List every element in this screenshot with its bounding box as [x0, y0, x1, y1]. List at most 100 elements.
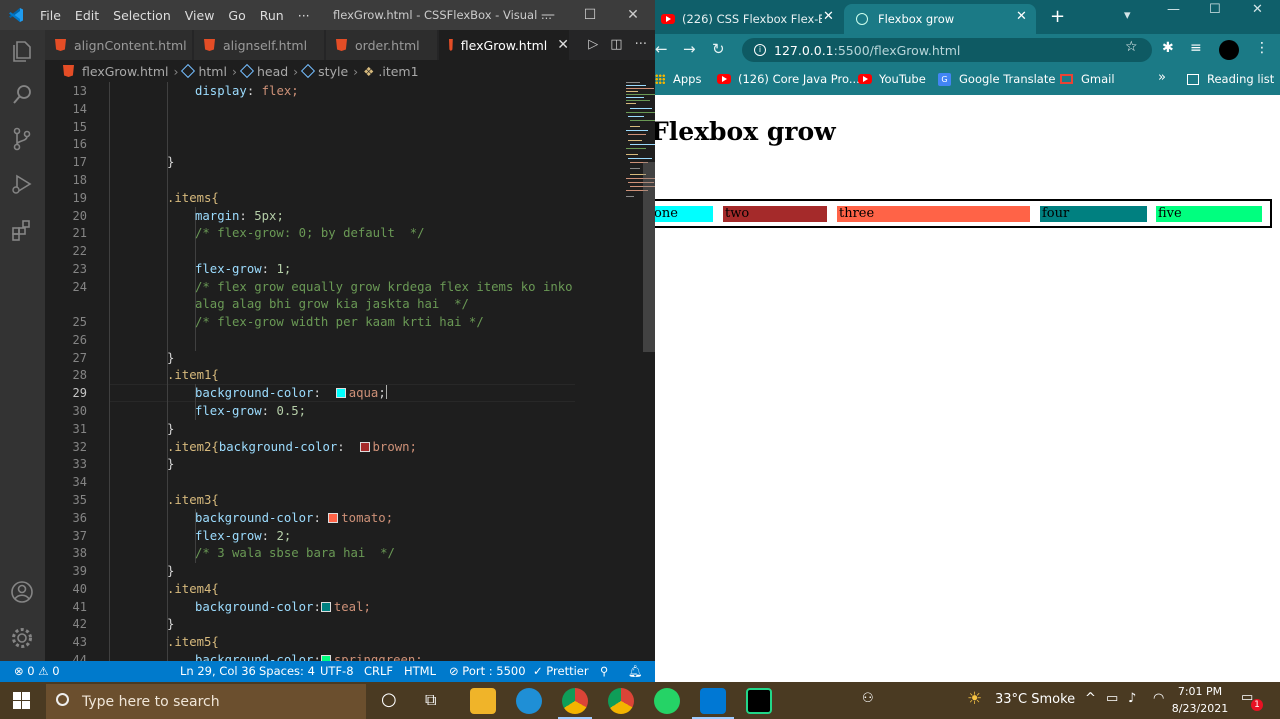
color-swatch-brown[interactable] — [359, 442, 370, 452]
profile-avatar[interactable] — [1219, 40, 1239, 60]
breadcrumb-html[interactable]: html — [198, 64, 226, 79]
reading-list[interactable]: Reading list — [1187, 72, 1274, 86]
forward-arrow-icon[interactable]: → — [683, 40, 696, 58]
menu-run[interactable]: Run — [260, 8, 284, 23]
explorer-icon[interactable] — [8, 37, 36, 65]
volume-icon[interactable]: ♪ — [1128, 691, 1136, 706]
reload-icon[interactable]: ↻ — [712, 40, 725, 58]
prettier-status[interactable]: ✓ Prettier — [533, 664, 589, 678]
taskbar-search-box[interactable]: Type here to search — [46, 684, 366, 719]
indentation[interactable]: Spaces: 4 — [259, 664, 315, 678]
menu-selection[interactable]: Selection — [113, 8, 171, 23]
bookmark-gmail[interactable]: Gmail — [1060, 72, 1115, 86]
encoding[interactable]: UTF-8 — [320, 664, 354, 678]
url-host: 127.0.0.1 — [774, 42, 834, 58]
minimap-line — [626, 85, 646, 86]
chrome-profile-icon[interactable] — [608, 688, 634, 714]
color-swatch-tomato[interactable] — [328, 513, 339, 523]
bookmark-apps[interactable]: Apps — [655, 72, 701, 86]
site-info-icon[interactable]: i — [754, 44, 766, 56]
clock-time[interactable]: 7:01 PM — [1175, 685, 1225, 698]
clock-date[interactable]: 8/23/2021 — [1171, 702, 1229, 715]
tray-chevron-icon[interactable]: ^ — [1085, 691, 1096, 706]
source-control-icon[interactable] — [8, 125, 36, 153]
cortana-icon[interactable]: ○ — [381, 689, 397, 710]
code-editor[interactable]: 13 14 15 16 17 18 19 20 21 22 23 24 25 26 27 28 29 30 31 32… — [45, 82, 655, 661]
code-line-13: display: flex; — [195, 84, 299, 98]
problems-indicator[interactable]: ⊗ 0 ⚠ 0 — [14, 664, 60, 678]
bookmark-core-java[interactable]: (126) Core Java Pro... — [717, 72, 860, 86]
task-view-icon[interactable]: ⧉ — [425, 690, 436, 710]
menu-more[interactable]: ··· — [298, 8, 310, 23]
tab-aligncontent[interactable]: alignContent.html — [45, 30, 193, 60]
breadcrumb-head[interactable]: head — [257, 64, 288, 79]
weather-icon[interactable]: ☀ — [967, 689, 982, 709]
apps-grid-icon — [655, 74, 665, 84]
vertical-scrollbar[interactable] — [643, 162, 655, 352]
code-line-29: background-color: aqua; — [195, 385, 387, 400]
breadcrumb-style[interactable]: style — [318, 64, 348, 79]
vscode-taskbar-icon[interactable] — [700, 688, 726, 714]
edge-icon[interactable] — [516, 688, 542, 714]
split-editor-icon[interactable]: ◫ — [610, 37, 622, 52]
close-tab-icon[interactable]: ✕ — [1016, 9, 1027, 24]
pycharm-icon[interactable] — [746, 688, 772, 714]
tab-search-icon[interactable]: ▾ — [1124, 8, 1131, 23]
settings-gear-icon[interactable] — [8, 624, 36, 652]
new-tab-icon[interactable]: + — [1050, 6, 1065, 27]
notifications-bell-icon[interactable]: 🔔︎ — [628, 664, 643, 678]
maximize-icon[interactable]: ☐ — [1209, 2, 1221, 17]
tab-youtube-flexbox[interactable]: (226) CSS Flexbox Flex-Basi — [655, 4, 840, 34]
search-placeholder: Type here to search — [82, 693, 220, 710]
whatsapp-icon[interactable] — [654, 688, 680, 714]
back-arrow-icon[interactable]: ← — [655, 40, 668, 58]
color-swatch-teal[interactable] — [320, 602, 331, 612]
chrome-icon[interactable] — [562, 688, 588, 714]
close-window-icon[interactable]: ✕ — [623, 5, 643, 25]
media-queue-icon[interactable]: ≡ — [1190, 40, 1202, 56]
cursor-position[interactable]: Ln 29, Col 36 — [180, 664, 256, 678]
end-of-line[interactable]: CRLF — [364, 664, 393, 678]
feedback-icon[interactable]: ⚲ — [600, 664, 608, 678]
weather-text[interactable]: 33°C Smoke — [995, 692, 1075, 707]
run-debug-icon[interactable] — [8, 170, 36, 198]
run-icon[interactable]: ▷ — [588, 37, 598, 52]
more-bookmarks-chevron[interactable]: » — [1158, 70, 1166, 85]
menu-view[interactable]: View — [185, 8, 215, 23]
tab-alignself[interactable]: alignself.html — [194, 30, 325, 60]
file-explorer-icon[interactable] — [470, 688, 496, 714]
close-window-icon[interactable]: ✕ — [1252, 2, 1263, 17]
code-line-44: background-color: springgreen; — [195, 651, 423, 661]
account-icon[interactable] — [8, 578, 36, 606]
color-swatch-aqua[interactable] — [335, 388, 346, 398]
minimize-icon[interactable]: — — [538, 5, 558, 25]
bookmark-google-translate[interactable]: G Google Translate — [938, 72, 1055, 86]
extensions-puzzle-icon[interactable]: ✱ — [1162, 40, 1174, 56]
maximize-icon[interactable]: ☐ — [580, 5, 600, 25]
live-server-port[interactable]: ⊘ Port : 5500 — [449, 664, 526, 678]
minimize-icon[interactable]: — — [1167, 2, 1180, 17]
menu-go[interactable]: Go — [228, 8, 245, 23]
tab-flexgrow[interactable]: flexGrow.html ✕ — [439, 30, 570, 60]
language-mode[interactable]: HTML — [404, 664, 436, 678]
menu-edit[interactable]: Edit — [75, 8, 99, 23]
bookmark-youtube[interactable]: YouTube — [858, 72, 926, 86]
windows-start-icon[interactable] — [13, 692, 30, 709]
chrome-menu-icon[interactable]: ⋮ — [1255, 40, 1269, 56]
extensions-icon[interactable] — [8, 216, 36, 244]
people-icon[interactable]: ⚇ — [862, 691, 874, 706]
menu-file[interactable]: File — [40, 8, 61, 23]
more-actions-icon[interactable]: ··· — [635, 37, 647, 52]
battery-icon[interactable]: ▭ — [1106, 691, 1118, 706]
tab-order[interactable]: order.html — [326, 30, 438, 60]
code-line-35: .item3{ — [167, 493, 219, 507]
address-bar[interactable]: i 127.0.0.1:5500/flexGrow.html — [742, 38, 1152, 62]
breadcrumb-file[interactable]: flexGrow.html — [82, 64, 168, 79]
bookmark-star-icon[interactable]: ☆ — [1125, 39, 1138, 55]
tab-flexbox-grow[interactable]: Flexbox grow — [844, 4, 1036, 34]
wifi-icon[interactable]: ◠ — [1153, 691, 1164, 706]
breadcrumb-selector[interactable]: .item1 — [378, 64, 418, 79]
close-tab-icon[interactable]: ✕ — [557, 37, 569, 53]
close-tab-icon[interactable]: ✕ — [823, 9, 834, 24]
search-icon[interactable] — [8, 81, 36, 109]
